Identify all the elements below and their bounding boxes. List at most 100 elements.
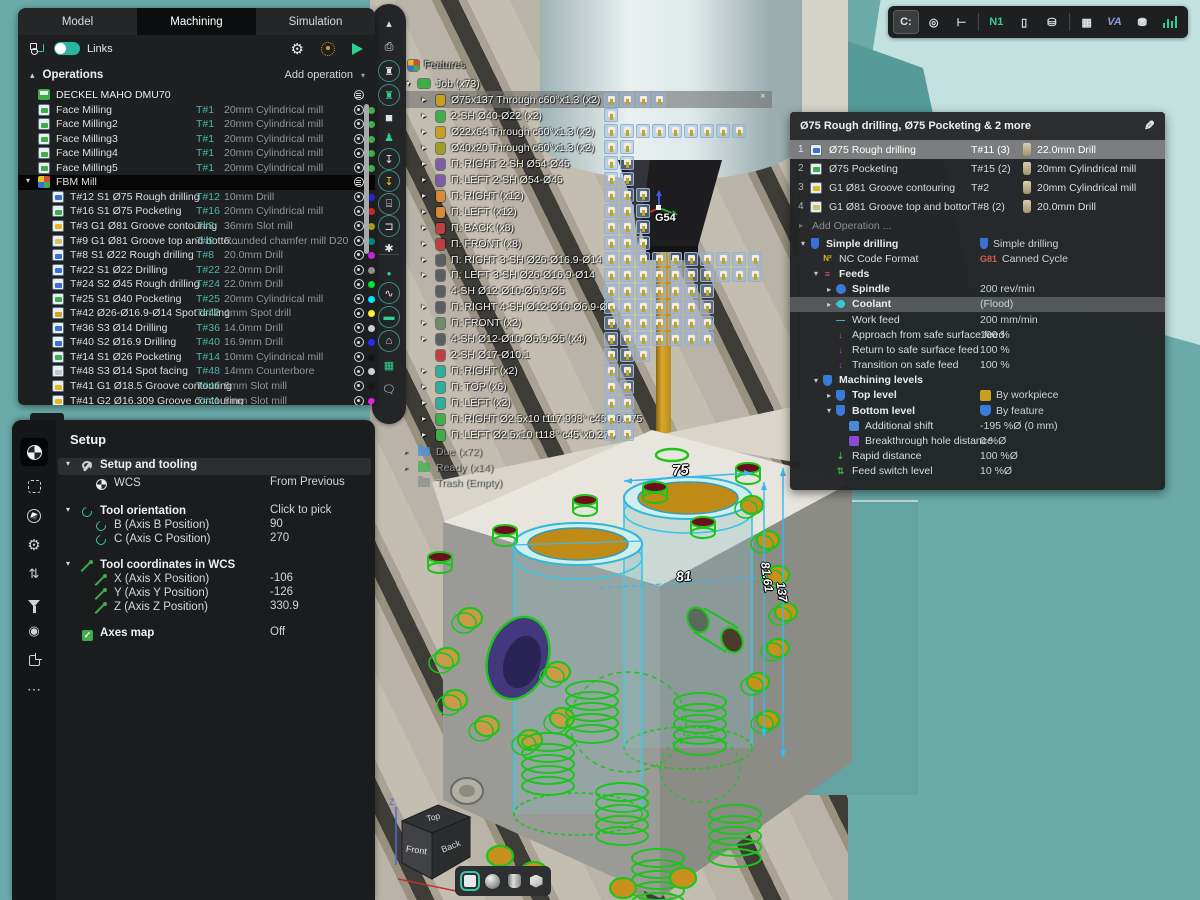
operation-chip-icon[interactable] xyxy=(636,204,650,218)
operation-chip-icon[interactable] xyxy=(620,396,634,410)
operation-chip-icon[interactable] xyxy=(684,284,698,298)
operation-chip-icon[interactable] xyxy=(652,284,666,298)
chevron-right-icon[interactable]: ▸ xyxy=(422,108,426,124)
parameter-row[interactable]: ⇅Feed switch level10 %Ø xyxy=(790,464,1165,479)
chevron-right-icon[interactable]: ▸ xyxy=(422,124,426,140)
chevron-down-icon[interactable]: ▾ xyxy=(26,176,30,185)
chevron-right-icon[interactable]: ▸ xyxy=(422,315,426,331)
comment-icon[interactable]: 🗨 xyxy=(378,378,400,400)
operation-chip-icon[interactable] xyxy=(604,396,618,410)
chevron-right-icon[interactable]: ▸ xyxy=(422,188,426,204)
chevron-right-icon[interactable]: ▸ xyxy=(422,204,426,220)
operation-row[interactable]: T#42 Ø26-Ø16.9-Ø14 Spot drillingT#424mm … xyxy=(18,306,375,321)
operation-chip-icon[interactable] xyxy=(604,316,618,330)
holder-outline-icon[interactable]: ♜ xyxy=(378,60,400,82)
operation-chip-icon[interactable] xyxy=(620,268,634,282)
chevron-right-icon[interactable]: ▸ xyxy=(824,300,834,309)
operation-chip-icon[interactable] xyxy=(636,124,650,138)
run-simulation-button[interactable] xyxy=(352,43,363,55)
operation-row[interactable]: T#40 S2 Ø16.9 DrillingT#4016.9mm Drill xyxy=(18,335,375,350)
operation-row[interactable]: Face Milling4T#120mm Cylindrical mill xyxy=(18,146,375,161)
parameter-value[interactable]: 0 %Ø xyxy=(980,435,1006,447)
operation-row[interactable]: T#8 S1 Ø22 Rough drillingT#820.0mm Drill xyxy=(18,248,375,263)
chevron-right-icon[interactable]: ▸ xyxy=(422,299,426,315)
operation-chip-icon[interactable] xyxy=(668,268,682,282)
operation-chip-icon[interactable] xyxy=(604,348,618,362)
card-operation-row[interactable]: 3G1 Ø81 Groove contouringT#220mm Cylindr… xyxy=(790,178,1165,197)
tab-machining[interactable]: Machining xyxy=(137,8,256,35)
power-icon[interactable]: ◉ xyxy=(20,617,48,645)
parameter-row[interactable]: ▾≡Feeds xyxy=(790,266,1165,281)
tab-model[interactable]: Model xyxy=(18,8,137,35)
chevron-right-icon[interactable]: ▸ xyxy=(422,92,426,108)
operation-row[interactable]: T#41 G2 Ø16.309 Groove contouringT#418mm… xyxy=(18,394,375,405)
machine-row[interactable]: DECKEL MAHO DMU70 xyxy=(18,88,375,103)
operation-chip-icon[interactable] xyxy=(620,252,634,266)
workpiece-frame-icon[interactable]: ⊐ xyxy=(378,215,400,237)
operation-chip-icon[interactable] xyxy=(604,156,618,170)
operation-chip-icon[interactable] xyxy=(604,93,618,107)
operation-chip-icon[interactable] xyxy=(604,412,618,426)
tool-library-icon[interactable]: ⛃ xyxy=(1129,10,1155,34)
operation-chip-icon[interactable] xyxy=(604,427,618,441)
operation-row[interactable]: T#24 S2 Ø45 Rough drillingT#2422.0mm Dri… xyxy=(18,277,375,292)
operation-row[interactable]: Face Milling5T#120mm Cylindrical mill xyxy=(18,161,375,176)
operation-chip-icon[interactable] xyxy=(668,124,682,138)
operation-row[interactable]: T#16 S1 Ø75 PocketingT#1620mm Cylindrica… xyxy=(18,204,375,219)
operation-chip-icon[interactable] xyxy=(604,364,618,378)
operation-chip-icon[interactable] xyxy=(684,300,698,314)
flag-plane-icon[interactable]: ⌂ xyxy=(378,330,400,352)
operation-chip-icon[interactable] xyxy=(748,252,762,266)
chevron-down-icon[interactable]: ▾ xyxy=(66,459,70,468)
operation-chip-icon[interactable] xyxy=(716,268,730,282)
operation-chip-icon[interactable] xyxy=(620,236,634,250)
parameter-row[interactable]: ▾Bottom levelBy feature xyxy=(790,403,1165,418)
parameter-row[interactable]: ▸Coolant(Flood) xyxy=(790,297,1165,312)
operation-chip-icon[interactable] xyxy=(700,124,714,138)
parameter-value[interactable]: By feature xyxy=(980,405,1044,417)
card-operation-row[interactable]: 4G1 Ø81 Groove top and bottom chamfer mi… xyxy=(790,197,1165,216)
drill-icon[interactable]: ↧ xyxy=(378,148,400,170)
operation-chip-icon[interactable] xyxy=(748,268,762,282)
fixtures-icon[interactable]: ⛁ xyxy=(1039,10,1065,34)
parameter-value[interactable]: -195 %Ø (0 mm) xyxy=(980,420,1058,432)
operation-chip-icon[interactable] xyxy=(732,268,746,282)
row-menu-icon[interactable] xyxy=(354,177,364,187)
parameter-value[interactable]: (Flood) xyxy=(980,298,1013,310)
operations-scrollbar[interactable] xyxy=(364,104,369,254)
operation-chip-icon[interactable] xyxy=(636,284,650,298)
operation-chip-icon[interactable] xyxy=(684,252,698,266)
operation-chip-icon[interactable] xyxy=(636,348,650,362)
visibility-icon[interactable] xyxy=(354,250,364,260)
operation-chip-icon[interactable] xyxy=(636,316,650,330)
setup-row[interactable]: ✓Axes mapOff xyxy=(58,626,371,643)
visibility-icon[interactable] xyxy=(354,308,364,318)
visibility-icon[interactable] xyxy=(354,134,364,144)
post-processor-icon[interactable]: ▦ xyxy=(1074,10,1100,34)
operation-row[interactable]: T#9 G1 Ø81 Groove top and botto...T#9Rou… xyxy=(18,234,375,249)
operation-chip-icon[interactable] xyxy=(620,124,634,138)
operation-chip-icon[interactable] xyxy=(620,188,634,202)
holder-active-icon[interactable]: ♜ xyxy=(378,84,400,106)
operation-chip-icon[interactable] xyxy=(700,252,714,266)
setup-row[interactable]: Z (Axis Z Position)330.9 xyxy=(58,600,371,617)
chevron-down-icon[interactable]: ▾ xyxy=(811,376,821,385)
drill-tip-icon[interactable]: ↧ xyxy=(378,170,400,192)
visibility-icon[interactable] xyxy=(354,192,364,202)
settings-gear-icon[interactable]: ⚙ xyxy=(291,40,304,58)
parameter-row[interactable]: ↓Return to safe surface feed100 % xyxy=(790,342,1165,357)
operation-row[interactable]: T#25 S1 Ø40 PocketingT#2520mm Cylindrica… xyxy=(18,292,375,307)
operation-chip-icon[interactable] xyxy=(620,380,634,394)
parameter-row[interactable]: N²NC Code FormatG81Canned Cycle xyxy=(790,251,1165,266)
operation-chip-icon[interactable] xyxy=(604,204,618,218)
operation-chip-icon[interactable] xyxy=(700,332,714,346)
setup-row-value[interactable]: -106 xyxy=(270,572,293,584)
operation-chip-icon[interactable] xyxy=(620,156,634,170)
operation-chip-icon[interactable] xyxy=(636,93,650,107)
operation-chip-icon[interactable] xyxy=(636,236,650,250)
operation-chip-icon[interactable] xyxy=(604,188,618,202)
operation-chip-icon[interactable] xyxy=(684,316,698,330)
chevron-right-icon[interactable]: ▸ xyxy=(422,411,426,427)
operation-chip-icon[interactable] xyxy=(652,332,666,346)
edit-pencil-icon[interactable]: ✎ xyxy=(1144,118,1155,134)
